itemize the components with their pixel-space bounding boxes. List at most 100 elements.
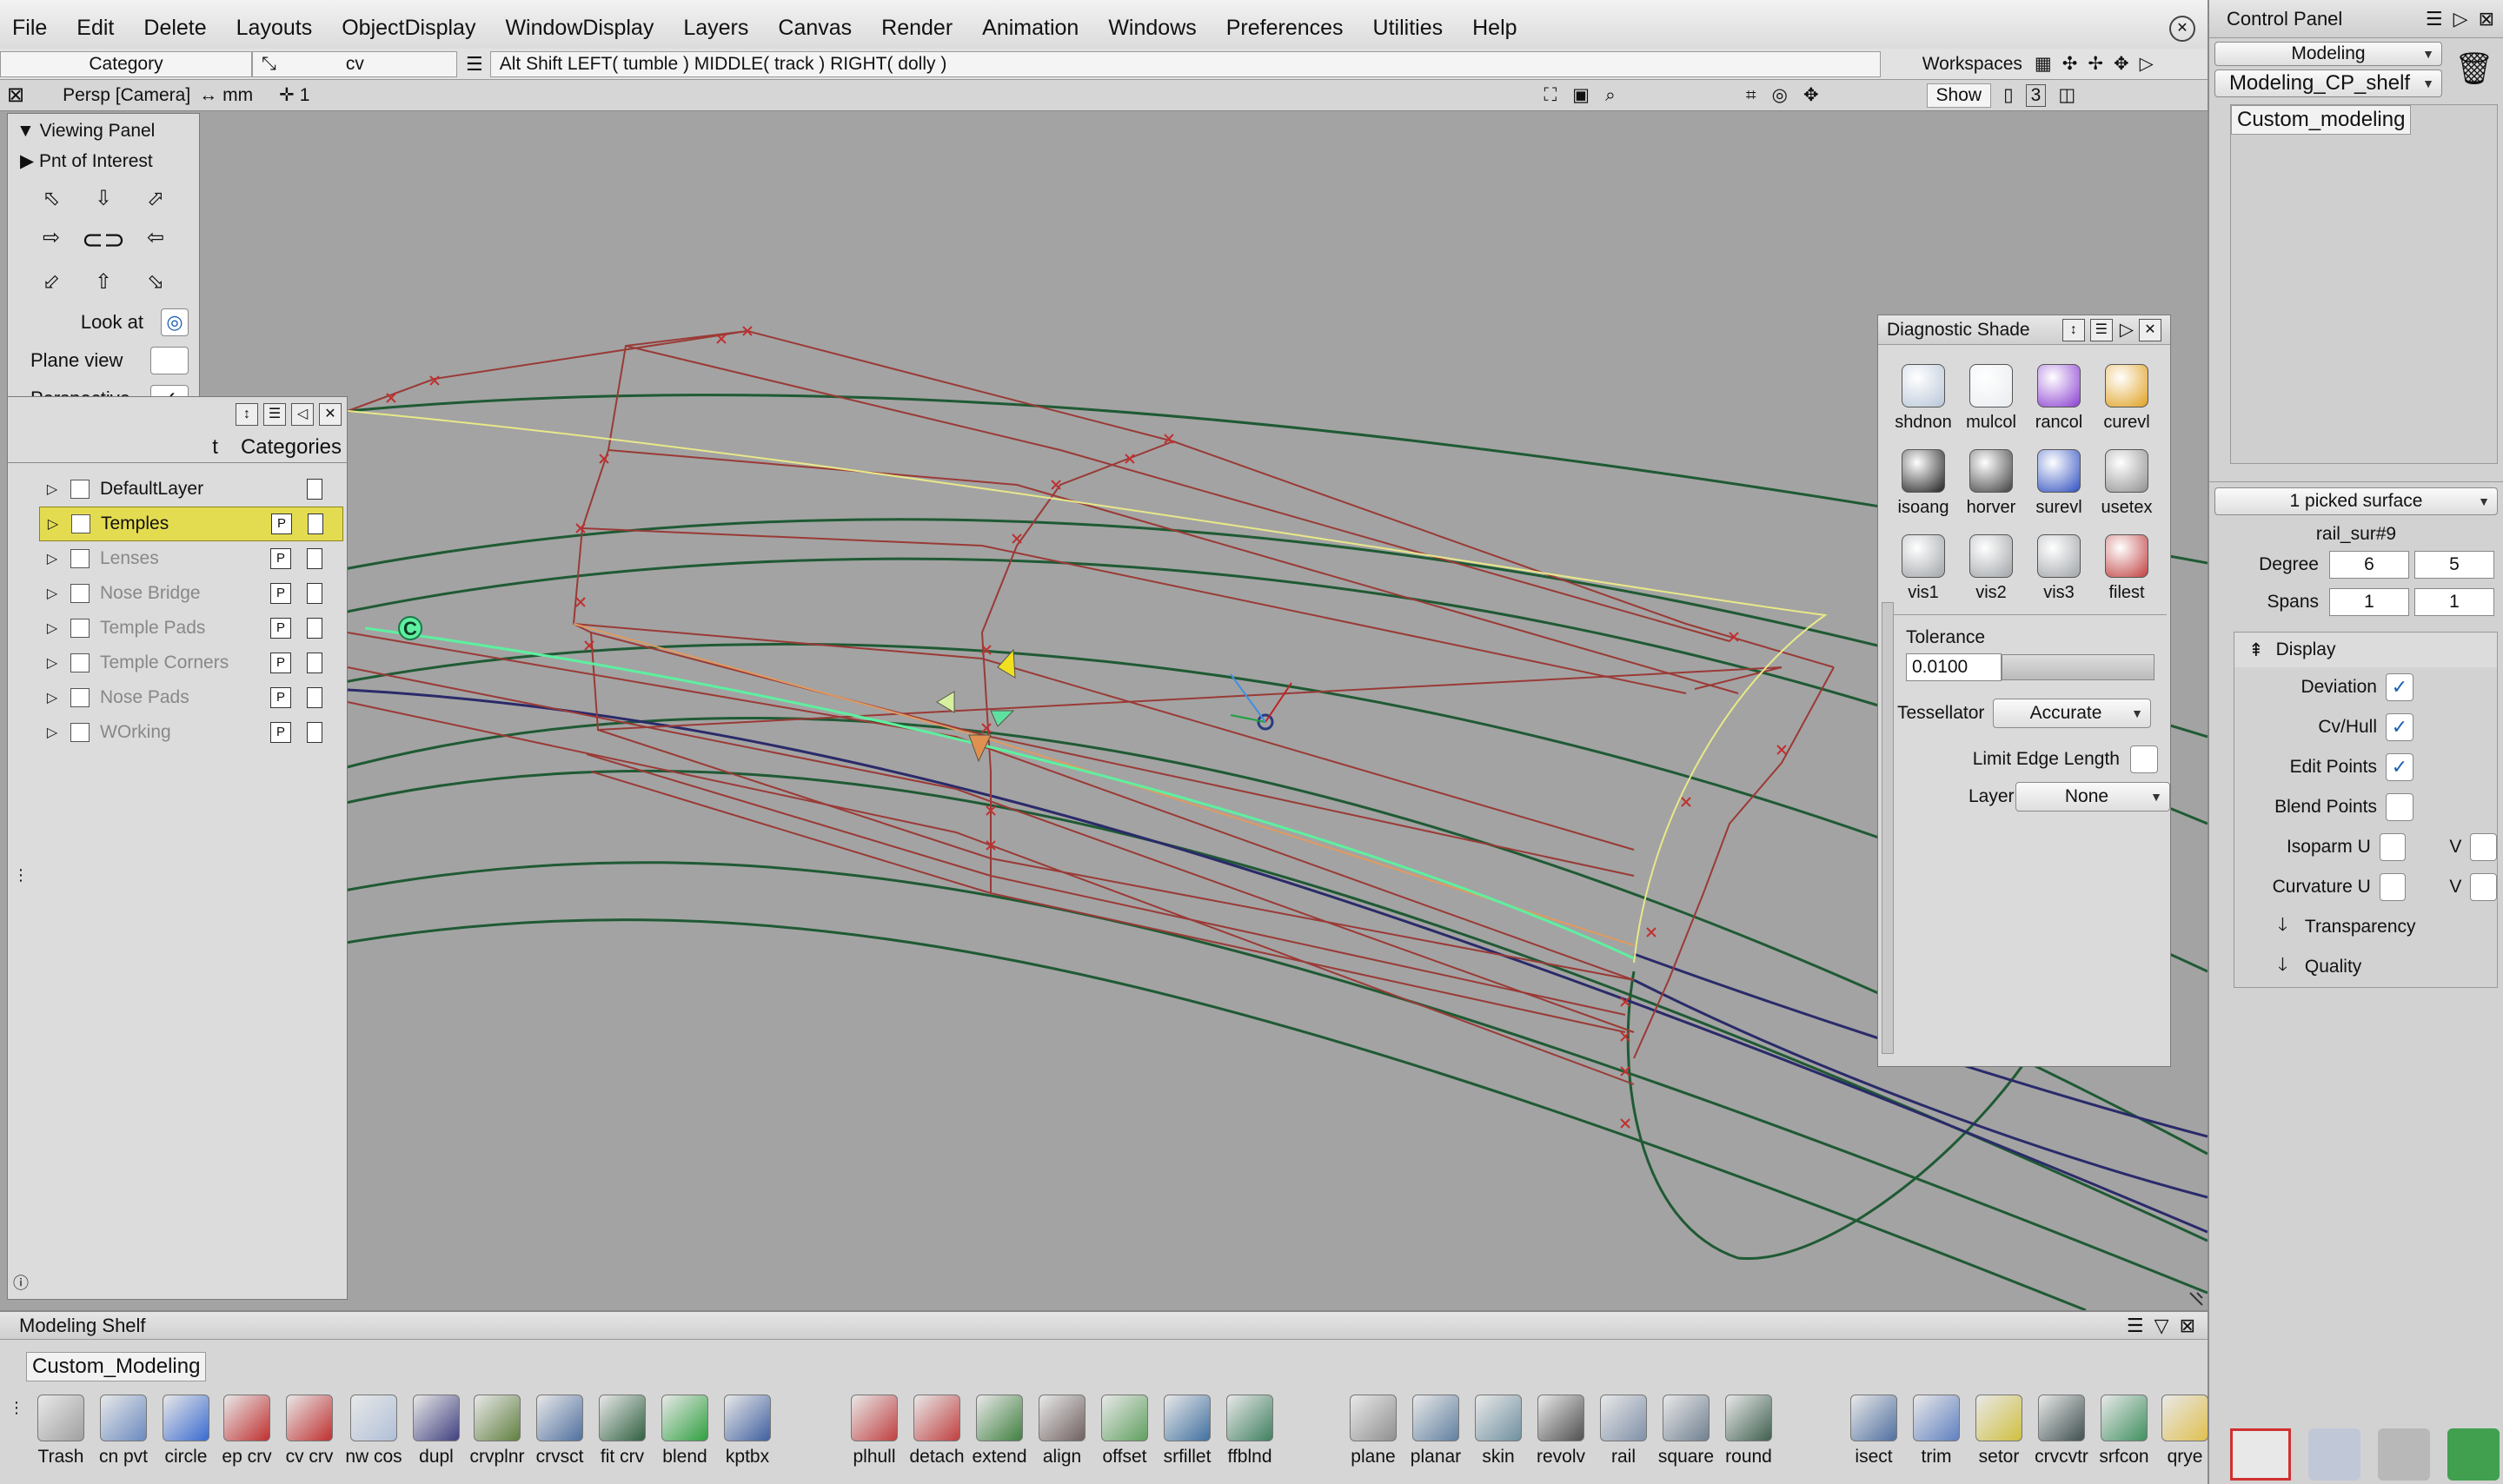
nav-right-icon[interactable]: ⇦ (129, 225, 182, 255)
workspace-icon-1[interactable]: ▦ (2035, 53, 2052, 75)
layer-visibility-box[interactable] (70, 653, 90, 672)
view-icon-3[interactable]: ✥ (1803, 84, 1819, 106)
shelf-tool-srfillet[interactable]: srfillet (1156, 1395, 1218, 1467)
layer-row[interactable]: ▷ DefaultLayer (39, 472, 347, 507)
shelf-tool-ep-crv[interactable]: ep crv (216, 1395, 278, 1467)
shelf-tool-cv-crv[interactable]: cv crv (278, 1395, 341, 1467)
diag-play-icon[interactable]: ▷ (2120, 319, 2134, 341)
nav-down-left-icon[interactable]: ⬃ (25, 269, 77, 295)
shelf-tool-trash[interactable]: Trash (30, 1395, 92, 1467)
cp-trash-icon[interactable]: 🗑 (2454, 50, 2494, 87)
nav-down-icon[interactable]: ⇧ (77, 269, 129, 295)
menu-windowdisplay[interactable]: WindowDisplay (505, 16, 654, 41)
transparency-label[interactable]: Transparency (2305, 917, 2416, 937)
layer-expand-icon[interactable]: ▷ (39, 619, 65, 637)
menu-windows[interactable]: Windows (1108, 16, 1196, 41)
shelf-close-icon[interactable]: ⊠ (2180, 1315, 2195, 1337)
shelf-tool-srfcon[interactable]: srfcon (2093, 1395, 2155, 1467)
layer-state-box[interactable] (308, 513, 323, 534)
shelf-tool-circle[interactable]: circle (155, 1395, 217, 1467)
film-icon[interactable]: ▣ (1572, 84, 1590, 106)
layer-state-box[interactable] (307, 618, 322, 639)
menu-layers[interactable]: Layers (683, 16, 748, 41)
layer-visibility-box[interactable] (70, 549, 90, 568)
diag-tool-rancol[interactable]: rancol (2028, 364, 2090, 433)
view-icon-1[interactable]: ⌗ (1746, 85, 1756, 106)
shelf-tool-plhull[interactable]: plhull (843, 1395, 906, 1467)
tolerance-slider[interactable] (2002, 654, 2154, 680)
look-at-button[interactable]: ◎ (161, 308, 189, 336)
diag-tool-curevl[interactable]: curevl (2095, 364, 2158, 433)
menu-layouts[interactable]: Layouts (236, 16, 313, 41)
menu-animation[interactable]: Animation (982, 16, 1079, 41)
layer-expand-icon[interactable]: ▷ (39, 689, 65, 706)
shelf-tab[interactable]: Custom_Modeling (26, 1352, 207, 1381)
edit-points-checkbox[interactable]: ✓ (2386, 753, 2413, 781)
layer-row[interactable]: ▷ Temple Corners P (39, 646, 347, 680)
tolerance-field[interactable]: 0.0100 (1906, 653, 2002, 681)
show-button[interactable]: Show (1926, 83, 1992, 108)
menu-file[interactable]: File (12, 16, 47, 41)
workspace-icon-4[interactable]: ✥ (2114, 53, 2129, 75)
diag-menu-icon[interactable]: ☰ (2089, 318, 2113, 341)
view-icon-2[interactable]: ◎ (1772, 84, 1788, 106)
diag-tool-vis1[interactable]: vis1 (1892, 534, 1955, 603)
layer-p-box[interactable]: P (270, 583, 291, 604)
isoparm-v-checkbox[interactable] (2470, 833, 2497, 861)
shelf-tool-extend[interactable]: extend (968, 1395, 1031, 1467)
cp-tool-2-icon[interactable] (2308, 1428, 2360, 1481)
diag-scrollbar[interactable] (1882, 602, 1894, 1054)
diag-tool-usetex[interactable]: usetex (2095, 449, 2158, 518)
shelf-tool-crvcvtr[interactable]: crvcvtr (2030, 1395, 2093, 1467)
layout-icon-1[interactable]: ▯ (2003, 84, 2014, 106)
cp-shelf-dropdown[interactable]: Modeling_CP_shelf (2214, 70, 2442, 97)
layer-expand-icon[interactable]: ▷ (40, 515, 66, 533)
transparency-expand-icon[interactable]: 🡓 (2278, 912, 2287, 943)
shelf-tool-kptbx[interactable]: kptbx (716, 1395, 779, 1467)
nav-down-right-icon[interactable]: ⬂ (129, 269, 182, 295)
quality-expand-icon[interactable]: 🡓 (2278, 952, 2287, 983)
shelf-menu-icon[interactable]: ☰ (2127, 1315, 2144, 1337)
shelf-tool-cn-pvt[interactable]: cn pvt (92, 1395, 155, 1467)
cp-close-icon[interactable]: ⊠ (2479, 8, 2494, 30)
display-section[interactable]: ⇞ Display (2234, 633, 2497, 667)
nav-up-left-icon[interactable]: ⬁ (25, 186, 77, 211)
cp-tool-1-icon[interactable] (2230, 1428, 2291, 1481)
degree-u-field[interactable]: 6 (2329, 551, 2409, 579)
cp-menu-icon[interactable]: ☰ (2426, 8, 2443, 30)
cvhull-checkbox[interactable]: ✓ (2386, 713, 2413, 741)
layers-resize-icon[interactable]: ↕ (236, 403, 258, 426)
shelf-tool-square[interactable]: square (1655, 1395, 1717, 1467)
layer-state-box[interactable] (307, 687, 322, 708)
shelf-tool-revolv[interactable]: revolv (1530, 1395, 1592, 1467)
shelf-tool-crvsct[interactable]: crvsct (528, 1395, 591, 1467)
layer-p-box[interactable]: P (271, 513, 292, 534)
diag-close-icon[interactable]: ✕ (2139, 318, 2161, 341)
spans-v-field[interactable]: 1 (2414, 588, 2494, 616)
nav-center-icon[interactable]: ⊂⊃ (77, 225, 129, 255)
diag-tool-shdnon[interactable]: shdnon (1892, 364, 1955, 433)
viewing-panel-header[interactable]: ▼ Viewing Panel (8, 114, 199, 149)
nav-left-icon[interactable]: ⇨ (25, 225, 77, 255)
layer-state-box[interactable] (307, 722, 322, 743)
play-icon[interactable]: ▷ (2140, 53, 2154, 75)
cp-custom-tab[interactable]: Custom_modeling (2231, 105, 2412, 135)
shelf-tool-fit-crv[interactable]: fit crv (591, 1395, 654, 1467)
layer-visibility-box[interactable] (70, 584, 90, 603)
quality-label[interactable]: Quality (2305, 957, 2361, 977)
shelf-tool-skin[interactable]: skin (1467, 1395, 1530, 1467)
camera-icon[interactable]: ⛶ (1544, 85, 1557, 106)
diag-tool-surevl[interactable]: surevl (2028, 449, 2090, 518)
menu-preferences[interactable]: Preferences (1226, 16, 1344, 41)
menu-edit[interactable]: Edit (76, 16, 114, 41)
layer-visibility-box[interactable] (70, 480, 90, 499)
layer-p-box[interactable]: P (270, 548, 291, 569)
plane-view-checkbox[interactable] (150, 347, 189, 374)
shelf-tool-ffblnd[interactable]: ffblnd (1218, 1395, 1281, 1467)
layer-p-box[interactable]: P (270, 653, 291, 673)
diag-tool-vis3[interactable]: vis3 (2028, 534, 2090, 603)
mode-dropdown[interactable]: Modeling (2214, 42, 2442, 66)
layers-tab-layers[interactable]: t (212, 435, 218, 460)
shelf-tool-round[interactable]: round (1717, 1395, 1780, 1467)
layers-collapse-icon[interactable]: ◁ (291, 403, 314, 426)
